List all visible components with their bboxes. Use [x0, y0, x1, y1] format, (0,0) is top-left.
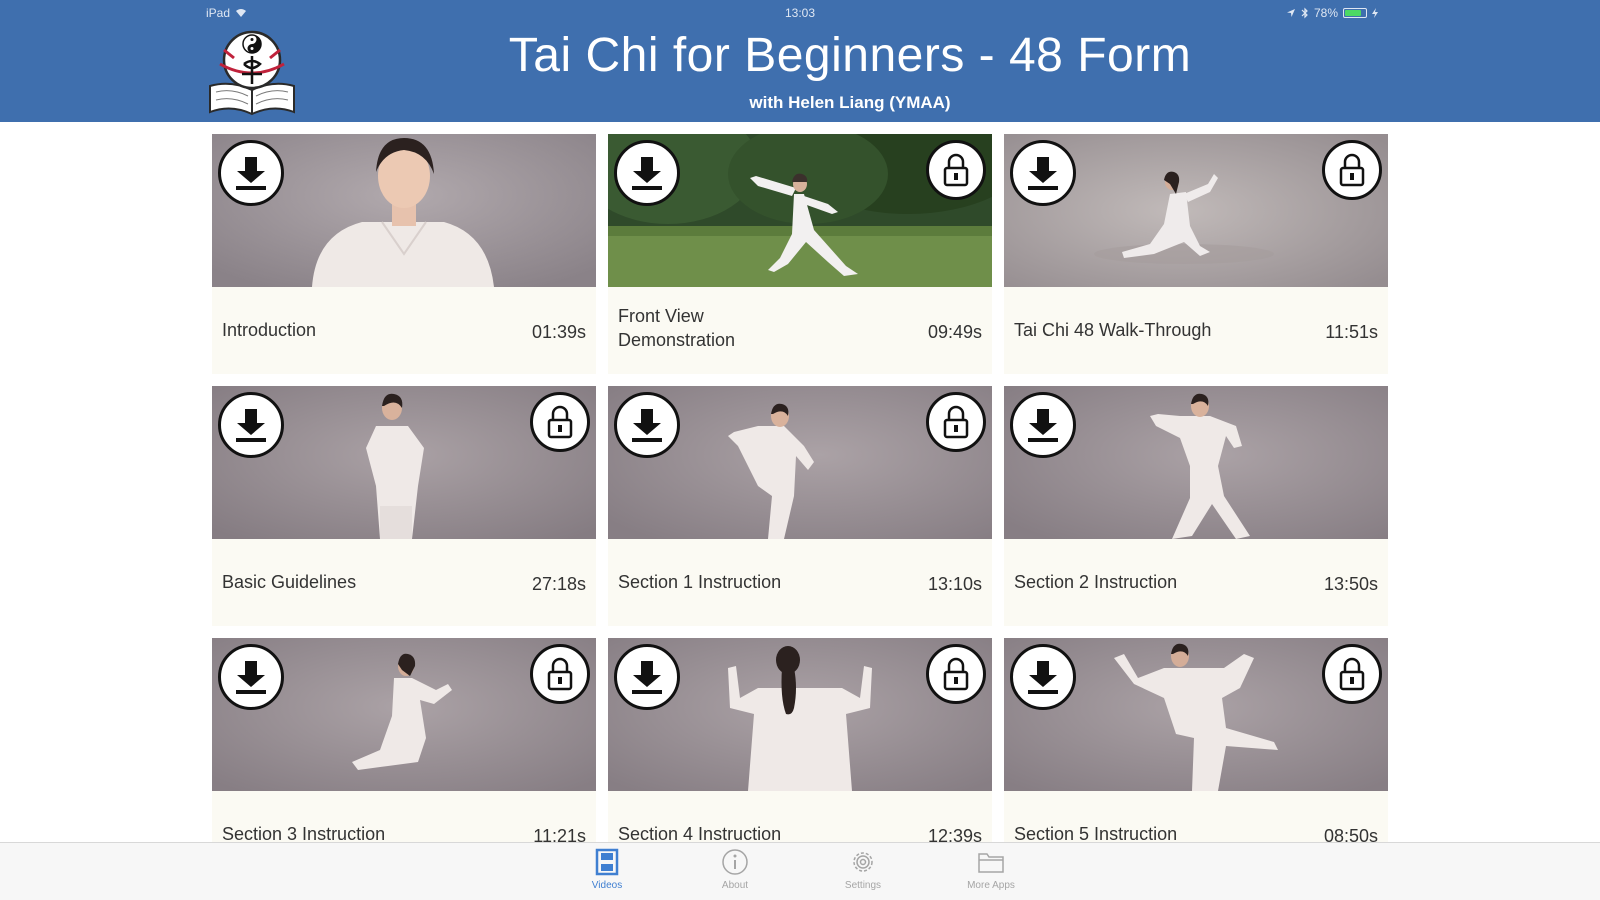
download-icon: [1028, 157, 1058, 190]
download-button[interactable]: [614, 140, 680, 206]
video-card[interactable]: Front View Demonstration 09:49s: [608, 134, 992, 374]
battery-percent: 78%: [1314, 6, 1339, 20]
tab-about[interactable]: About: [690, 847, 780, 897]
video-duration: 13:50s: [1323, 574, 1378, 594]
video-duration: 13:10s: [927, 574, 982, 594]
download-icon: [632, 409, 662, 442]
video-title: Section 2 Instruction: [1014, 572, 1178, 592]
tab-label: Videos: [591, 880, 623, 891]
download-icon: [236, 661, 266, 694]
video-thumbnail[interactable]: [212, 386, 596, 539]
download-icon: [1028, 661, 1058, 694]
download-button[interactable]: [218, 644, 284, 710]
lock-icon: [943, 405, 969, 439]
video-duration: 11:51s: [1325, 322, 1378, 342]
folder-icon: [978, 853, 1004, 873]
bluetooth-icon: [1301, 7, 1308, 19]
tab-more-apps[interactable]: More Apps: [946, 847, 1036, 897]
film-icon: [595, 848, 619, 876]
lock-button[interactable]: [926, 392, 986, 452]
video-thumbnail[interactable]: [608, 386, 992, 539]
video-thumbnail[interactable]: [1004, 386, 1388, 539]
page-subtitle: with Helen Liang (YMAA): [749, 93, 951, 112]
video-card[interactable]: Tai Chi 48 Walk-Through 11:51s: [1004, 134, 1388, 374]
lock-icon: [943, 153, 969, 187]
lock-icon: [547, 657, 573, 691]
tab-videos[interactable]: Videos: [562, 847, 652, 897]
battery-icon: [1343, 8, 1368, 18]
lock-button[interactable]: [926, 644, 986, 704]
video-title: Basic Guidelines: [222, 572, 357, 592]
video-title: Tai Chi 48 Walk-Through: [1014, 320, 1212, 340]
video-thumbnail[interactable]: [212, 638, 596, 791]
app-header: iPad 13:03 78% Tai Chi for Beginners - 4…: [0, 0, 1600, 122]
download-icon: [236, 157, 266, 190]
video-card[interactable]: Introduction 01:39s: [212, 134, 596, 374]
tab-label: About: [721, 880, 749, 891]
video-card[interactable]: Section 2 Instruction 13:50s: [1004, 386, 1388, 626]
tab-bar: Videos About Settings More Apps: [0, 842, 1600, 900]
video-card[interactable]: Section 1 Instruction 13:10s: [608, 386, 992, 626]
video-thumbnail[interactable]: [608, 638, 992, 791]
page-title: Tai Chi for Beginners - 48 Form: [508, 29, 1192, 82]
download-icon: [1028, 409, 1058, 442]
video-duration: 09:49s: [927, 322, 982, 342]
video-title: Section 1 Instruction: [618, 572, 782, 592]
charging-icon: [1372, 8, 1379, 18]
download-button[interactable]: [1010, 392, 1076, 458]
download-icon: [236, 409, 266, 442]
lock-icon: [1339, 657, 1365, 691]
download-button[interactable]: [1010, 644, 1076, 710]
lock-button[interactable]: [1322, 644, 1382, 704]
video-grid: Introduction 01:39s Front View Demonstra…: [212, 134, 1388, 878]
download-button[interactable]: [614, 392, 680, 458]
video-title: Front View Demonstration: [618, 306, 736, 350]
video-duration: 01:39s: [531, 322, 586, 342]
download-button[interactable]: [218, 140, 284, 206]
tab-label: More Apps: [967, 880, 1015, 891]
video-card[interactable]: Basic Guidelines 27:18s: [212, 386, 596, 626]
lock-icon: [943, 657, 969, 691]
video-thumbnail[interactable]: [1004, 134, 1388, 287]
download-button[interactable]: [218, 392, 284, 458]
info-icon: [722, 849, 748, 875]
download-icon: [632, 661, 662, 694]
lock-button[interactable]: [926, 140, 986, 200]
lock-icon: [1339, 153, 1365, 187]
video-duration: 27:18s: [531, 574, 586, 594]
lock-button[interactable]: [1322, 140, 1382, 200]
download-icon: [632, 157, 662, 190]
download-button[interactable]: [1010, 140, 1076, 206]
download-button[interactable]: [614, 644, 680, 710]
video-title: Introduction: [222, 320, 317, 340]
video-thumbnail[interactable]: [212, 134, 596, 287]
status-bar-right: 78%: [1286, 4, 1379, 22]
tab-settings[interactable]: Settings: [818, 847, 908, 897]
lock-button[interactable]: [530, 392, 590, 452]
lock-icon: [547, 405, 573, 439]
tab-label: Settings: [844, 880, 882, 891]
lock-button[interactable]: [530, 644, 590, 704]
video-thumbnail[interactable]: [608, 134, 992, 287]
video-thumbnail[interactable]: [1004, 638, 1388, 791]
gear-icon: [853, 852, 873, 872]
location-icon: [1287, 9, 1295, 17]
